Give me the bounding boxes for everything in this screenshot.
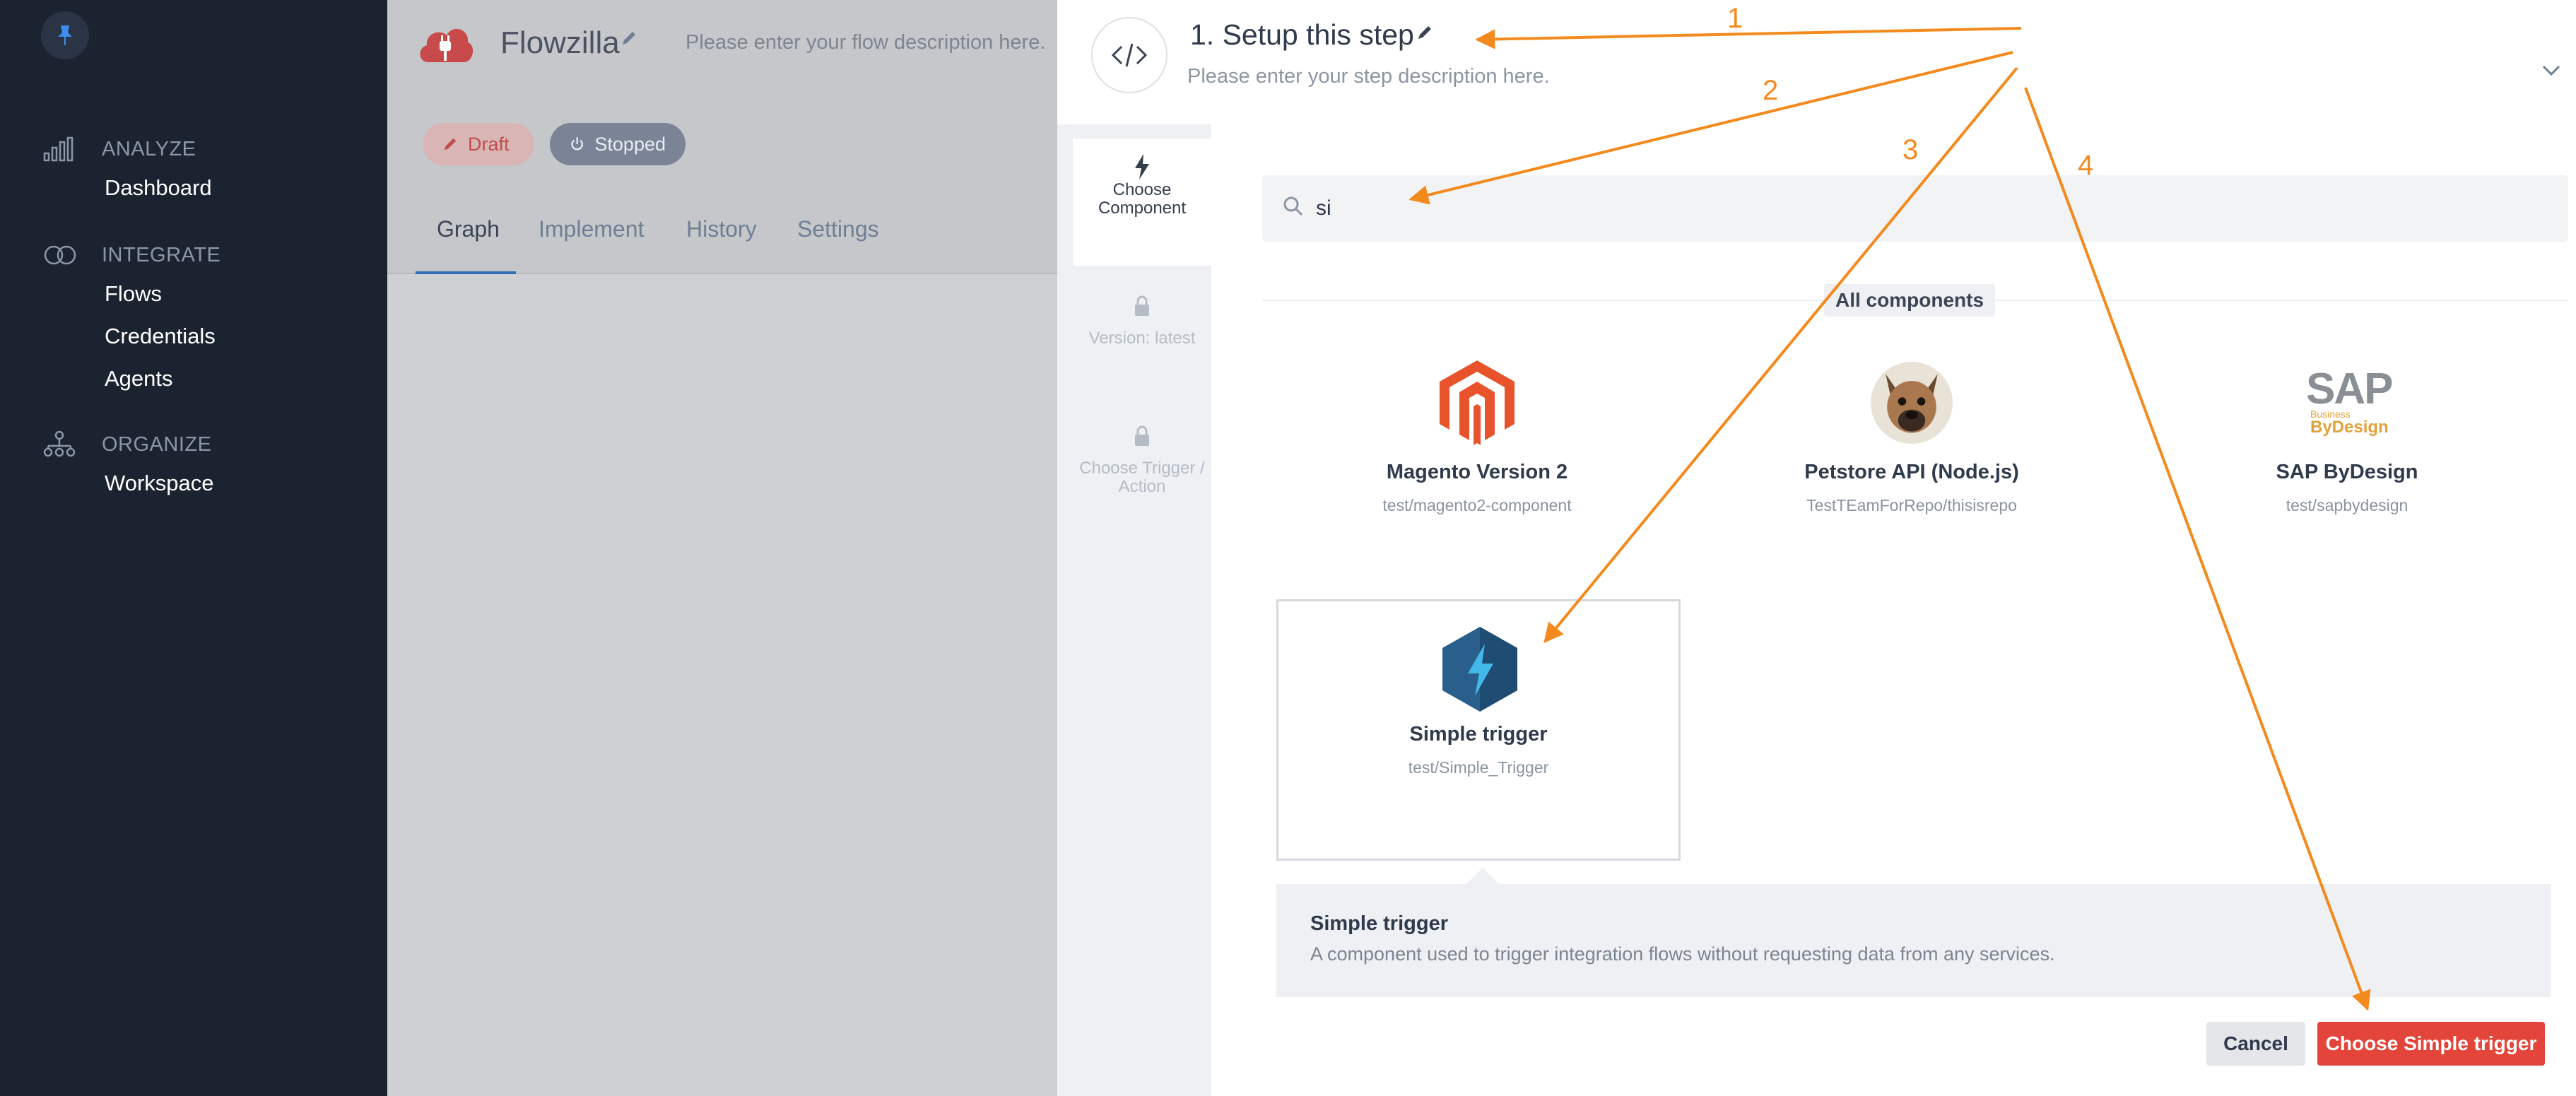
component-name: SAP ByDesign (2276, 461, 2418, 483)
component-repo: test/Simple_Trigger (1408, 758, 1549, 777)
choose-component-button[interactable]: Choose Simple trigger (2317, 1022, 2545, 1066)
flow-description[interactable]: Please enter your flow description here. (686, 31, 1045, 54)
lock-icon (1134, 425, 1151, 451)
step-panel: 1. Setup this step Please enter your ste… (1057, 0, 2576, 1096)
component-search (1262, 175, 2568, 242)
flow-header: Flowzilla Please enter your flow descrip… (387, 0, 1057, 99)
step-description[interactable]: Please enter your step description here. (1187, 65, 1550, 88)
nav-group-analyze: ANALYZE Dashboard (42, 131, 212, 209)
sap-bydesign-logo-icon: SAP Business ByDesign (2306, 360, 2393, 445)
component-card-petstore[interactable]: Petstore API (Node.js) TestTEamForRepo/t… (1710, 360, 2113, 622)
tab-implement[interactable]: Implement (539, 216, 644, 242)
tab-graph[interactable]: Graph (437, 216, 500, 242)
stopped-badge[interactable]: Stopped (550, 123, 686, 165)
magento-logo-icon (1436, 360, 1518, 445)
flow-cloud-plug-icon (416, 18, 475, 66)
nav-group-label: INTEGRATE (102, 243, 221, 266)
component-card-simple-trigger[interactable]: Simple trigger test/Simple_Trigger (1276, 599, 1681, 861)
nav-group-label: ORGANIZE (102, 432, 212, 456)
sidebar-item-dashboard[interactable]: Dashboard (105, 167, 212, 209)
wizard-step-label: Version: latest (1088, 329, 1196, 348)
wizard-step-label: Choose Component (1098, 180, 1187, 218)
lock-icon (1134, 295, 1151, 321)
pencil-icon[interactable] (621, 30, 637, 50)
lightning-hexagon-icon (1439, 627, 1521, 712)
component-card-sap-bydesign[interactable]: SAP Business ByDesign SAP ByDesign test/… (2146, 360, 2548, 622)
wizard-step-choose-component[interactable]: Choose Component (1073, 139, 1211, 266)
search-input[interactable] (1316, 192, 2517, 225)
annotation-label-1: 1 (1727, 3, 1743, 34)
flow-status-bar: Draft Stopped (387, 99, 1057, 191)
pencil-icon (444, 138, 457, 151)
flow-tabs: Graph Implement History Settings (387, 191, 1057, 274)
sidebar-item-credentials[interactable]: Credentials (105, 315, 220, 358)
chevron-down-icon[interactable] (2541, 64, 2561, 81)
french-bulldog-avatar-icon (1871, 360, 1953, 445)
nav-group-label: ANALYZE (102, 137, 196, 160)
pencil-icon[interactable] (1416, 24, 1433, 45)
component-name: Petstore API (Node.js) (1804, 461, 2019, 483)
component-repo: test/magento2-component (1382, 496, 1572, 514)
pin-icon (58, 25, 72, 45)
annotation-label-3: 3 (1902, 134, 1919, 165)
integrate-rings-icon (42, 241, 81, 269)
component-card-magento[interactable]: Magento Version 2 test/magento2-componen… (1276, 360, 1678, 622)
search-icon (1282, 195, 1305, 221)
nav-group-organize: ORGANIZE Workspace (42, 427, 214, 505)
tab-settings[interactable]: Settings (797, 216, 879, 242)
draft-badge[interactable]: Draft (423, 123, 534, 165)
detail-caret (1466, 868, 1500, 885)
bar-chart-icon (42, 135, 81, 163)
cancel-button[interactable]: Cancel (2206, 1022, 2305, 1066)
sidebar-item-workspace[interactable]: Workspace (105, 462, 214, 505)
component-repo: test/sapbydesign (2286, 496, 2409, 514)
component-name: Simple trigger (1409, 723, 1548, 746)
sidebar: ANALYZE Dashboard INTEGRATE Flows Creden… (0, 0, 387, 1096)
detail-description: A component used to trigger integration … (1310, 943, 2055, 965)
power-icon (571, 137, 583, 151)
sap-logo-subtext: ByDesign (2310, 418, 2389, 437)
annotation-label-4: 4 (2078, 150, 2094, 181)
wizard-step-label: Choose Trigger / Action (1079, 459, 1205, 496)
draft-label: Draft (468, 133, 510, 155)
sidebar-item-flows[interactable]: Flows (105, 273, 220, 315)
component-repo: TestTEamForRepo/thisisrepo (1806, 496, 2017, 514)
detail-title: Simple trigger (1310, 912, 1448, 935)
step-wizard-nav: Choose Component Version: latest Choose … (1057, 124, 1211, 1096)
nav-group-integrate: INTEGRATE Flows Credentials Agents (42, 237, 220, 400)
annotation-label-2: 2 (1763, 75, 1779, 106)
sap-logo-text: SAP (2306, 365, 2393, 413)
step-title[interactable]: 1. Setup this step (1190, 18, 1414, 52)
flow-panel: Flowzilla Please enter your flow descrip… (387, 0, 1057, 1096)
wizard-step-choose-trigger: Choose Trigger / Action (1073, 421, 1211, 496)
lightning-icon (1134, 154, 1151, 184)
wizard-step-version: Version: latest (1073, 291, 1211, 348)
section-label: All components (1824, 284, 1996, 317)
active-tab-indicator (416, 271, 516, 274)
pin-button[interactable] (41, 11, 89, 59)
sidebar-item-agents[interactable]: Agents (105, 358, 220, 400)
stopped-label: Stopped (594, 133, 666, 155)
tab-history[interactable]: History (686, 216, 757, 242)
step-header: 1. Setup this step Please enter your ste… (1057, 0, 2576, 124)
org-chart-icon (42, 430, 81, 459)
component-detail: Simple trigger A component used to trigg… (1276, 884, 2551, 997)
code-icon (1091, 17, 1168, 93)
flow-name[interactable]: Flowzilla (500, 25, 620, 61)
component-name: Magento Version 2 (1386, 461, 1568, 483)
